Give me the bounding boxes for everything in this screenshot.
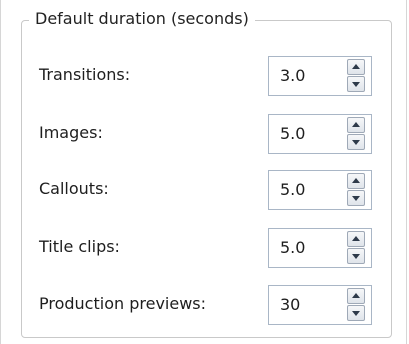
- transitions-row: Transitions: 3.0: [39, 56, 379, 96]
- callouts-spin-buttons: [347, 173, 367, 207]
- transitions-increment-button[interactable]: [347, 59, 365, 75]
- spin-down-arrow-icon: [352, 311, 360, 316]
- callouts-label: Callouts:: [39, 179, 109, 198]
- spin-down-arrow-icon: [352, 196, 360, 201]
- production-previews-label: Production previews:: [39, 294, 207, 313]
- transitions-label: Transitions:: [39, 65, 131, 84]
- images-spin-buttons: [347, 117, 367, 151]
- production-previews-spin-buttons: [347, 288, 367, 322]
- title-clips-increment-button[interactable]: [347, 231, 365, 247]
- images-spinbox[interactable]: 5.0: [268, 114, 372, 154]
- spin-down-arrow-icon: [352, 140, 360, 145]
- transitions-value[interactable]: 3.0: [280, 65, 305, 87]
- images-increment-button[interactable]: [347, 117, 365, 133]
- settings-panel: Default duration (seconds) Transitions: …: [0, 0, 407, 344]
- callouts-row: Callouts: 5.0: [39, 170, 379, 210]
- spin-up-arrow-icon: [352, 293, 360, 298]
- transitions-spinbox[interactable]: 3.0: [268, 56, 372, 96]
- groupbox-title: Default duration (seconds): [29, 8, 255, 30]
- callouts-decrement-button[interactable]: [347, 190, 365, 206]
- production-previews-decrement-button[interactable]: [347, 305, 365, 321]
- spin-up-arrow-icon: [352, 122, 360, 127]
- production-previews-row: Production previews: 30: [39, 285, 379, 325]
- production-previews-value[interactable]: 30: [280, 294, 300, 316]
- spin-down-arrow-icon: [352, 254, 360, 259]
- title-clips-decrement-button[interactable]: [347, 248, 365, 264]
- callouts-spinbox[interactable]: 5.0: [268, 170, 372, 210]
- images-label: Images:: [39, 123, 103, 142]
- transitions-decrement-button[interactable]: [347, 76, 365, 92]
- title-clips-label: Title clips:: [39, 237, 120, 256]
- title-clips-value[interactable]: 5.0: [280, 237, 305, 259]
- callouts-increment-button[interactable]: [347, 173, 365, 189]
- production-previews-spinbox[interactable]: 30: [268, 285, 372, 325]
- spin-up-arrow-icon: [352, 64, 360, 69]
- transitions-spin-buttons: [347, 59, 367, 93]
- spin-up-arrow-icon: [352, 178, 360, 183]
- images-value[interactable]: 5.0: [280, 123, 305, 145]
- title-clips-spin-buttons: [347, 231, 367, 265]
- spin-up-arrow-icon: [352, 236, 360, 241]
- spin-down-arrow-icon: [352, 82, 360, 87]
- images-row: Images: 5.0: [39, 114, 379, 154]
- callouts-value[interactable]: 5.0: [280, 179, 305, 201]
- title-clips-row: Title clips: 5.0: [39, 228, 379, 268]
- production-previews-increment-button[interactable]: [347, 288, 365, 304]
- images-decrement-button[interactable]: [347, 134, 365, 150]
- title-clips-spinbox[interactable]: 5.0: [268, 228, 372, 268]
